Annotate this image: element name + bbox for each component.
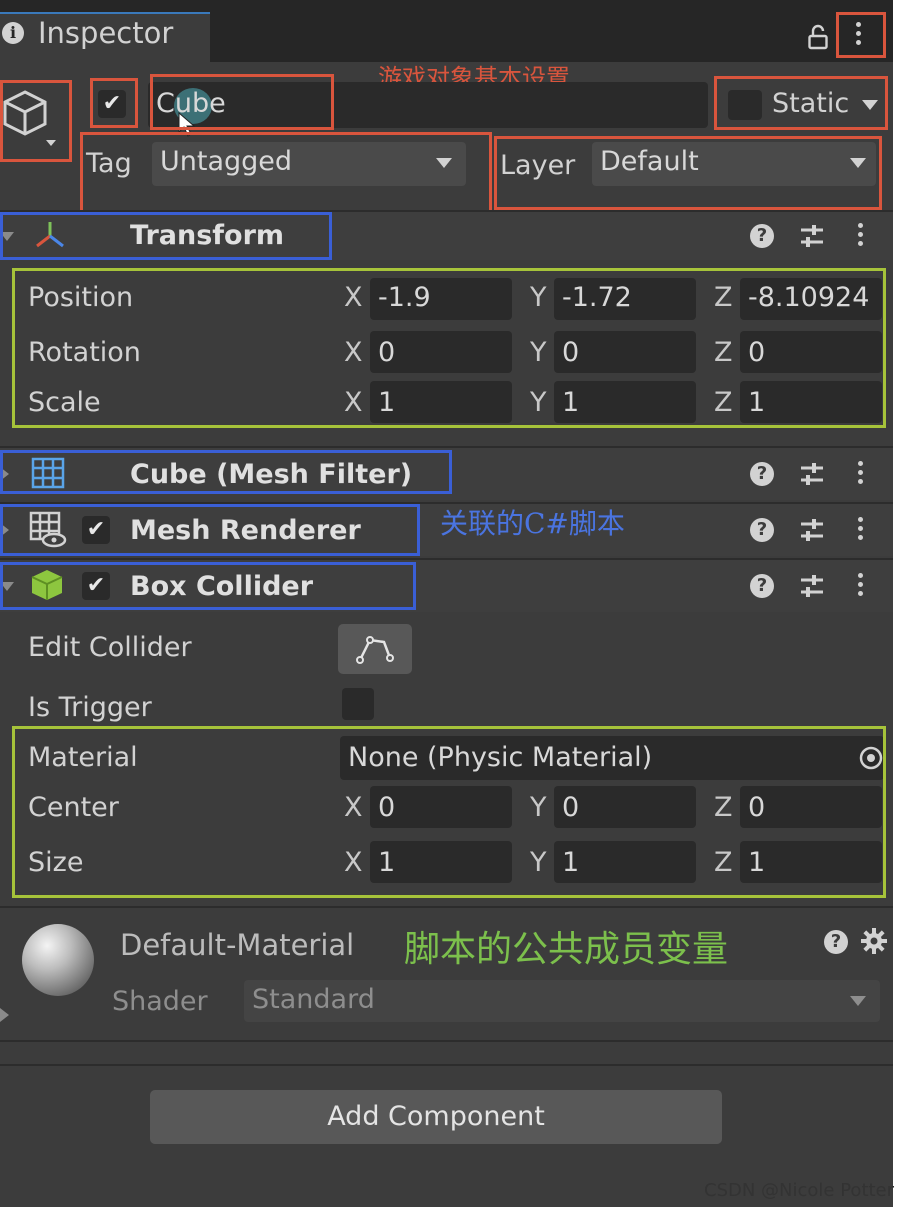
shader-dropdown-icon[interactable] <box>850 996 866 1006</box>
annotation-box-name <box>150 74 334 130</box>
annotation-box-transform <box>0 212 332 260</box>
component-menu-icon[interactable] <box>858 461 864 488</box>
help-icon[interactable]: ? <box>750 462 774 486</box>
watermark: CSDN @Nicole Potter <box>704 1180 895 1201</box>
presets-icon[interactable] <box>798 572 826 600</box>
help-icon[interactable]: ? <box>750 224 774 248</box>
help-icon[interactable]: ? <box>750 518 774 542</box>
info-icon: i <box>2 22 24 44</box>
presets-icon[interactable] <box>798 516 826 544</box>
foldout-arrow-icon[interactable] <box>0 1008 9 1022</box>
help-icon[interactable]: ? <box>750 574 774 598</box>
divider <box>0 906 893 908</box>
add-component-button[interactable]: Add Component <box>150 1090 722 1144</box>
tab-title: Inspector <box>38 16 174 50</box>
annotation-box-box-collider <box>0 562 416 610</box>
shader-label: Shader <box>112 986 208 1017</box>
divider <box>0 1064 893 1066</box>
presets-icon[interactable] <box>798 222 826 250</box>
edit-collider-icon <box>356 636 394 664</box>
shader-value: Standard <box>252 984 375 1015</box>
gear-icon[interactable] <box>860 927 888 955</box>
annotation-box-mesh-renderer <box>0 504 420 556</box>
annotation-box-static <box>714 76 888 130</box>
annotation-box-tag <box>80 132 492 214</box>
annotation-box-transform-values <box>12 268 886 428</box>
annotation-box-menu <box>836 12 886 58</box>
annotation-public-members: 脚本的公共成员变量 <box>404 929 729 970</box>
edit-collider-label: Edit Collider <box>28 632 192 663</box>
is-trigger-label: Is Trigger <box>28 692 152 723</box>
divider <box>0 1040 893 1042</box>
component-menu-icon[interactable] <box>858 517 864 544</box>
annotation-box-collider-values <box>12 726 886 898</box>
component-menu-icon[interactable] <box>858 223 864 250</box>
help-icon[interactable]: ? <box>824 930 848 954</box>
material-preview-sphere <box>22 924 94 996</box>
annotation-box-mesh-filter <box>0 450 452 494</box>
annotation-linked-script: 关联的C#脚本 <box>440 507 625 540</box>
lock-icon[interactable] <box>808 24 828 50</box>
is-trigger-checkbox[interactable] <box>342 688 374 720</box>
annotation-box-active <box>90 78 138 128</box>
annotation-box-layer <box>494 136 882 210</box>
annotation-box-icon <box>0 80 72 162</box>
component-menu-icon[interactable] <box>858 573 864 600</box>
presets-icon[interactable] <box>798 460 826 488</box>
material-name: Default-Material <box>120 928 355 962</box>
